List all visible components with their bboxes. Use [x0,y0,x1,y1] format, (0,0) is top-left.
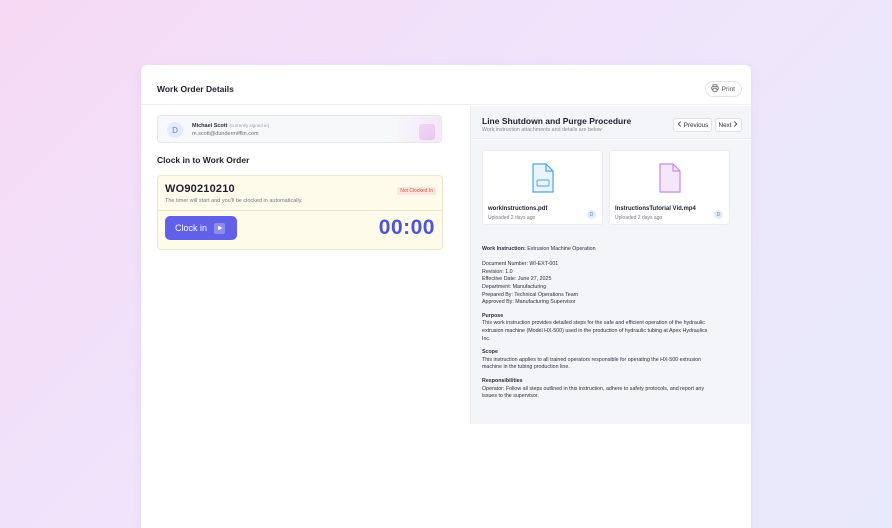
page-title: Work Order Details [157,84,234,94]
pdf-file-icon [531,163,555,198]
work-instruction-details: Work Instruction: Extrusion Machine Oper… [471,236,751,424]
chevron-right-icon [733,121,738,129]
decorative-graphic [419,124,435,140]
clock-in-label: Clock in [175,223,208,233]
attachment-date: Uploaded 2 days ago [615,215,663,221]
print-button[interactable]: Print [704,81,742,97]
status-badge: Not Clocked In [397,187,436,195]
previous-button[interactable]: Previous [673,118,712,132]
previous-label: Previous [683,121,709,129]
right-panel: Line Shutdown and Purge Procedure Work i… [470,106,751,424]
attachment-card[interactable]: workInstructions.pdf Uploaded 2 days ago… [482,150,603,225]
document-subtitle: Work instruction attachments and details… [482,127,602,133]
card-header: Work Order Details Print [141,65,751,105]
meta-line: Revision: 1.0 [482,268,513,275]
uploader-avatar: D [587,210,596,219]
meta-line: Approved By: Manufacturing Supervisor [482,299,576,306]
scope-text: This instruction applies to all trained … [482,356,702,363]
document-header: Line Shutdown and Purge Procedure Work i… [471,106,751,139]
avatar: D [167,122,183,138]
timer-display: 00:00 [378,216,435,239]
divider [158,210,442,211]
uploader-avatar: D [714,210,723,219]
purpose-text: extrusion machine (Model HX-500) used in… [482,327,708,334]
responsibilities-text: Operator: Follow all steps outlined in t… [482,385,704,392]
clock-in-button[interactable]: Clock in [165,216,237,240]
attachments-area: workInstructions.pdf Uploaded 2 days ago… [471,140,751,236]
work-instruction-value: Extrusion Machine Operation [527,246,596,252]
purpose-text: This work instruction provides detailed … [482,320,705,327]
play-icon [214,222,226,234]
scope-text: machine in the tubing production line. [482,364,570,371]
chevron-left-icon [677,121,682,129]
work-instruction-label: Work Instruction: [482,246,526,252]
user-name-line: Michael Scott (currently signed in) [192,123,269,129]
meta-line: Prepared By: Technical Operations Team [482,291,579,298]
meta-line: Document Number: WI-EXT-001 [482,261,559,268]
user-name: Michael Scott [192,123,228,129]
attachment-date: Uploaded 2 days ago [488,215,536,221]
work-order-number: WO90210210 [165,183,235,195]
clock-in-description: The timer will start and you'll be clock… [165,198,303,204]
signed-in-note: (currently signed in) [229,123,269,128]
attachment-name: workInstructions.pdf [488,206,548,212]
responsibilities-text: issues to the supervisor. [482,393,539,400]
user-email: m.scott@dundermifflin.com [192,131,259,137]
attachment-card[interactable]: InstructionsTutorial Vid.mp4 Uploaded 2 … [609,150,730,225]
work-instruction-line: Work Instruction: Extrusion Machine Oper… [482,246,740,254]
purpose-heading: Purpose [482,312,504,319]
signed-in-user-card: D Michael Scott (currently signed in) m.s… [157,115,442,143]
work-order-card: Work Order Details Print D Michael Scott… [141,65,751,528]
meta-line: Effective Date: June 27, 2025 [482,276,552,283]
clock-in-card: WO90210210 The timer will start and you'… [157,175,443,250]
scope-heading: Scope [482,349,498,356]
responsibilities-heading: Responsibilities [482,377,523,384]
purpose-text: Inc. [482,335,491,342]
document-title: Line Shutdown and Purge Procedure [482,116,632,126]
next-button[interactable]: Next [715,118,742,132]
meta-line: Department: Manufacturing [482,283,547,290]
left-panel: D Michael Scott (currently signed in) m.s… [141,106,469,528]
print-label: Print [721,85,735,93]
video-file-icon [658,163,682,198]
attachment-name: InstructionsTutorial Vid.mp4 [615,206,696,212]
clock-in-heading: Clock in to Work Order [157,155,250,165]
printer-icon [711,84,719,94]
next-label: Next [718,121,732,129]
